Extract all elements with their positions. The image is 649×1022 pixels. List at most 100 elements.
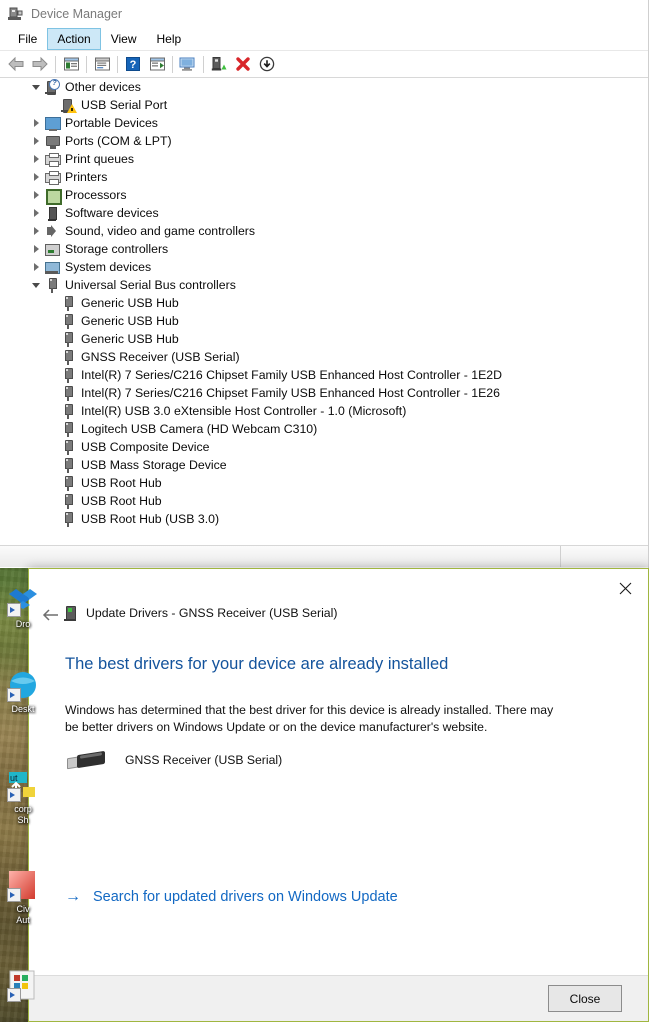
uninstall-device-icon[interactable] [231,53,255,75]
tree-item-label: USB Root Hub [81,494,162,508]
desktop-icon[interactable]: ut corp Sh [2,770,44,826]
show-hide-action-pane-icon[interactable] [145,53,169,75]
tree-item-device[interactable]: Logitech USB Camera (HD Webcam C310) [0,420,647,438]
tree-item-label: USB Composite Device [81,440,210,454]
tree-item-software-devices[interactable]: Software devices [0,204,647,222]
app-icon [7,870,39,902]
tree-item-gnss-receiver[interactable]: GNSS Receiver (USB Serial) [0,348,647,366]
tree-item-device[interactable]: USB Root Hub (USB 3.0) [0,510,647,528]
usb-icon [60,385,76,401]
warning-device-icon [60,97,77,113]
dialog-title: Update Drivers - GNSS Receiver (USB Seri… [86,606,338,620]
menu-action[interactable]: Action [47,28,101,50]
twisty-collapsed-icon[interactable] [28,186,44,204]
tree-item-label: Intel(R) USB 3.0 eXtensible Host Control… [81,404,407,418]
menu-view[interactable]: View [101,28,147,50]
port-icon [44,133,60,149]
tree-item-label: Other devices [65,80,141,94]
usb-icon [60,511,76,527]
usb-icon [60,295,76,311]
twisty-collapsed-icon[interactable] [28,132,44,150]
tree-item-device[interactable]: Intel(R) 7 Series/C216 Chipset Family US… [0,366,647,384]
usb-plug-icon [65,747,109,773]
tree-item-system-devices[interactable]: System devices [0,258,647,276]
desktop-icon[interactable] [2,970,44,1004]
back-icon[interactable] [4,53,28,75]
printer-icon [44,151,61,167]
desktop-icon-label: Deskt [11,704,35,714]
twisty-collapsed-icon[interactable] [28,204,44,222]
desktop-icon[interactable]: Civ Aut [2,870,44,926]
tree-item-device[interactable]: Generic USB Hub [0,294,647,312]
device-tree[interactable]: ? Other devices USB Serial Port Portable… [0,78,647,545]
processor-icon [44,187,62,205]
disable-device-icon[interactable] [255,53,279,75]
desktop-icon[interactable]: Dro [2,585,44,630]
tree-item-ports[interactable]: Ports (COM & LPT) [0,132,647,150]
properties-icon[interactable] [90,53,114,75]
twisty-collapsed-icon[interactable] [28,258,44,276]
arrow-right-icon: → [65,888,81,905]
tree-item-device[interactable]: Intel(R) USB 3.0 eXtensible Host Control… [0,402,647,420]
toolbar-separator [86,55,87,73]
twisty-collapsed-icon[interactable] [28,222,44,240]
tree-item-portable-devices[interactable]: Portable Devices [0,114,647,132]
tree-item-label: Software devices [65,206,159,220]
twisty-expanded-icon[interactable] [28,78,44,96]
usb-icon [60,493,76,509]
tree-item-other-devices[interactable]: ? Other devices [0,78,647,96]
desktop-icon-label: Civ Aut [16,904,30,925]
tree-item-label: Generic USB Hub [81,314,179,328]
update-driver-icon[interactable] [207,53,231,75]
tree-item-storage-controllers[interactable]: Storage controllers [0,240,647,258]
usb-icon [60,421,76,437]
search-windows-update-link[interactable]: → Search for updated drivers on Windows … [65,888,398,906]
show-hide-console-tree-icon[interactable] [59,53,83,75]
tree-item-device[interactable]: USB Mass Storage Device [0,456,647,474]
help-icon[interactable]: ? [121,53,145,75]
tree-item-device[interactable]: USB Root Hub [0,492,647,510]
close-icon[interactable] [610,576,640,600]
tree-item-label: Sound, video and game controllers [65,224,256,238]
tree-item-label: Print queues [65,152,135,166]
tree-item-device[interactable]: Generic USB Hub [0,312,647,330]
menu-help[interactable]: Help [147,28,192,50]
dialog-heading: The best drivers for your device are alr… [65,655,449,673]
tree-item-printers[interactable]: Printers [0,168,647,186]
dropbox-icon [7,585,39,617]
desktop-icon[interactable]: Deskt [2,670,44,715]
tree-item-device[interactable]: USB Root Hub [0,474,647,492]
tree-item-universal-serial-bus-controllers[interactable]: Universal Serial Bus controllers [0,276,647,294]
tree-item-label: Generic USB Hub [81,296,179,310]
tree-item-label: USB Root Hub [81,476,162,490]
tree-item-device[interactable]: USB Composite Device [0,438,647,456]
tree-item-label: Intel(R) 7 Series/C216 Chipset Family US… [81,368,503,382]
twisty-collapsed-icon[interactable] [28,150,44,168]
close-button[interactable]: Close [548,985,622,1012]
twisty-collapsed-icon[interactable] [28,240,44,258]
toolbar-separator [172,55,173,73]
forward-icon[interactable] [28,53,52,75]
scan-for-hardware-changes-icon[interactable] [176,53,200,75]
usb-icon [60,439,76,455]
tree-item-label: Universal Serial Bus controllers [65,278,236,292]
tree-item-print-queues[interactable]: Print queues [0,150,647,168]
tree-item-device[interactable]: Intel(R) 7 Series/C216 Chipset Family US… [0,384,647,402]
menu-file[interactable]: File [8,28,47,50]
device-manager-icon [7,6,23,22]
tree-item-label: USB Root Hub (USB 3.0) [81,512,220,526]
twisty-collapsed-icon[interactable] [28,168,44,186]
tree-item-sound-video-game-controllers[interactable]: Sound, video and game controllers [0,222,647,240]
twisty-collapsed-icon[interactable] [28,114,44,132]
system-device-icon [44,259,60,275]
tree-item-processors[interactable]: Processors [0,186,647,205]
tree-item-device[interactable]: Generic USB Hub [0,330,647,348]
storage-controller-icon [44,241,60,257]
dialog-device-name: GNSS Receiver (USB Serial) [125,753,283,767]
title-bar: Device Manager [0,0,648,28]
shortcut-overlay-icon [7,788,21,802]
tree-item-usb-serial-port[interactable]: USB Serial Port [0,96,647,114]
twisty-expanded-icon[interactable] [28,276,44,294]
status-bar [0,545,648,567]
tree-item-label: Portable Devices [65,116,158,130]
